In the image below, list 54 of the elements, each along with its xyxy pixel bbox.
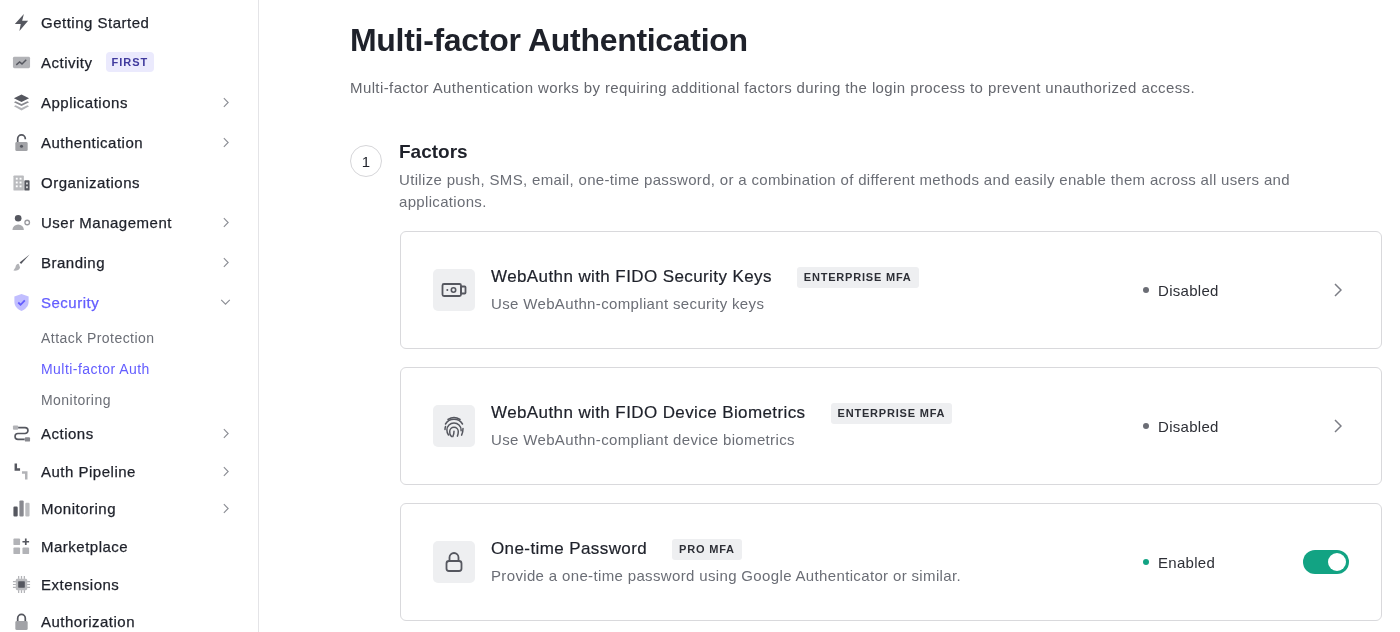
chevron-right-icon	[1334, 419, 1342, 433]
sidebar-item[interactable]: Extensions	[0, 565, 258, 603]
fingerprint-icon	[433, 405, 475, 447]
sidebar-item[interactable]: Monitoring	[0, 490, 258, 528]
chip-icon	[12, 574, 31, 594]
page-description: Multi-factor Authentication works by requiring additional factors during the login process to prevent unauthorized access.	[350, 78, 1197, 98]
page-title: Multi-factor Authentication	[350, 21, 749, 60]
factor-description: Provide a one-time password using Google Authenticator or similar.	[491, 566, 962, 586]
status-label: Enabled	[1158, 553, 1216, 571]
grid-plus-icon	[12, 537, 31, 557]
sidebar-item[interactable]: User Management	[0, 202, 258, 242]
factor-description: Use WebAuthn-compliant security keys	[491, 294, 766, 314]
sidebar-subitem[interactable]: Monitoring	[0, 384, 258, 415]
plan-badge: ENTERPRISE MFA	[830, 402, 953, 424]
sidebar-item[interactable]: Activity FIRST	[0, 42, 258, 82]
shield-check-icon	[12, 292, 31, 312]
factor-title: WebAuthn with FIDO Device Biometrics	[491, 402, 806, 424]
padlock-icon	[12, 612, 31, 632]
sidebar-item[interactable]: Authentication	[0, 122, 258, 162]
sidebar-subitem[interactable]: Attack Protection	[0, 322, 258, 353]
toggle-switch[interactable]	[1303, 550, 1349, 574]
plan-badge: ENTERPRISE MFA	[796, 266, 919, 288]
factor-card[interactable]: WebAuthn with FIDO Device Biometrics ENTERPRISE MFA Use WebAuthn-compliant device biometrics Disabled	[400, 367, 1382, 485]
unlocked-padlock-icon	[12, 132, 31, 152]
layers-icon	[12, 92, 31, 112]
step-description: Utilize push, SMS, email, one-time password, or a combination of different methods and easily enable them across all users and applications.	[399, 170, 1291, 212]
sidebar-item[interactable]: Auth Pipeline	[0, 452, 258, 491]
sidebar-item[interactable]: Branding	[0, 242, 258, 282]
padlock-icon	[433, 541, 475, 583]
chevron-right-icon	[1334, 283, 1342, 297]
building-icon	[12, 172, 31, 192]
sidebar-item[interactable]: Marketplace	[0, 527, 258, 566]
status-label: Disabled	[1158, 417, 1219, 435]
sidebar-item[interactable]: Getting Started	[0, 2, 258, 42]
factor-card[interactable]: WebAuthn with FIDO Security Keys ENTERPRISE MFA Use WebAuthn-compliant security keys Disabled	[400, 231, 1382, 349]
paintbrush-icon	[12, 252, 31, 272]
factor-title: One-time Password	[491, 538, 648, 560]
tag-badge: FIRST	[105, 52, 155, 72]
user-gear-icon	[12, 212, 31, 232]
step-title: Factors	[399, 140, 469, 164]
bar-chart-icon	[12, 499, 31, 519]
usb-key-icon	[433, 269, 475, 311]
sidebar-subitem[interactable]: Multi-factor Auth	[0, 353, 258, 384]
status-label: Disabled	[1158, 281, 1219, 299]
factor-title: WebAuthn with FIDO Security Keys	[491, 266, 772, 288]
lightning-icon	[12, 12, 31, 32]
sidebar-item[interactable]: Security	[0, 282, 258, 322]
plan-badge: PRO MFA	[672, 538, 742, 560]
workflow-icon	[12, 424, 31, 444]
factor-description: Use WebAuthn-compliant device biometrics	[491, 430, 796, 450]
sidebar-item[interactable]: Actions	[0, 415, 258, 453]
sidebar-item[interactable]: Applications	[0, 82, 258, 122]
sidebar-item[interactable]: Organizations	[0, 162, 258, 202]
sidebar-item[interactable]: Authorization	[0, 602, 258, 632]
